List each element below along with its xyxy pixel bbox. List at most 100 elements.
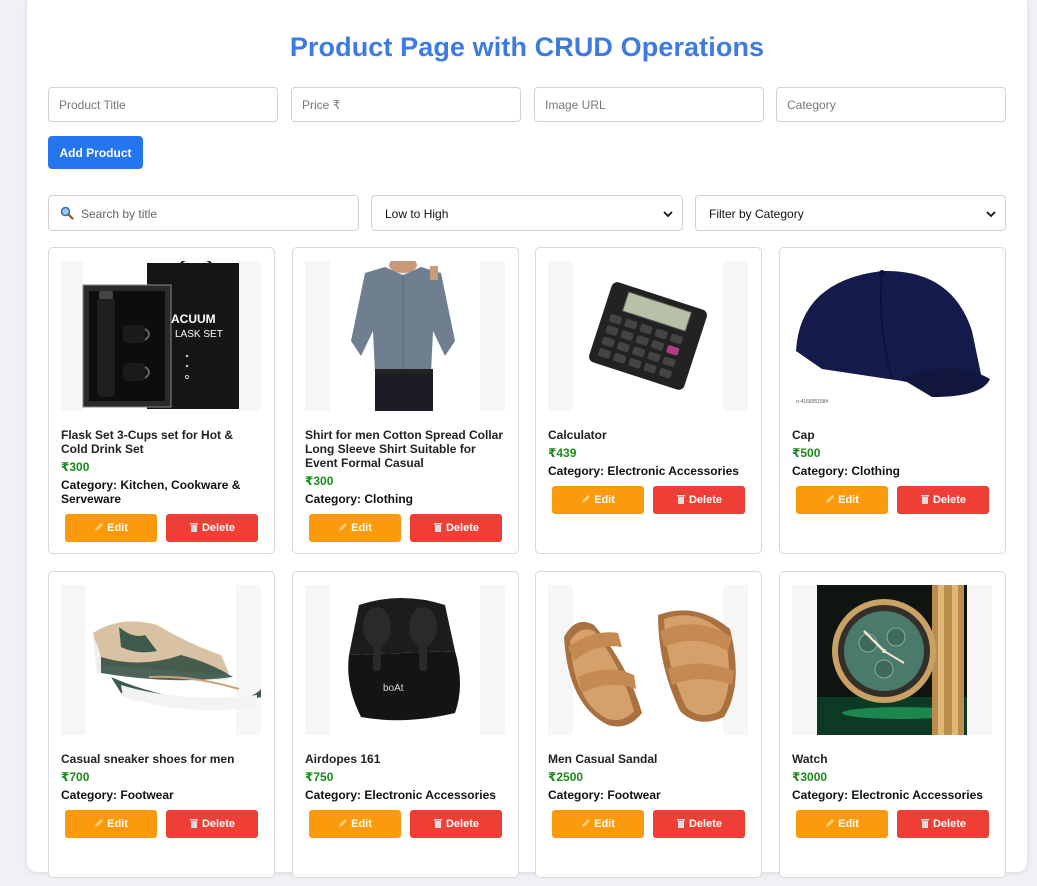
category-value: Electronic Accessories — [607, 464, 739, 478]
chevron-down-icon — [663, 211, 673, 218]
edit-button[interactable]: Edit — [552, 486, 644, 514]
product-category: Category: Electronic Accessories — [548, 464, 748, 478]
product-card: n-416605158# Cap ₹500 Category: Clothing… — [779, 247, 1006, 554]
product-category: Category: Electronic Accessories — [792, 788, 992, 802]
delete-button[interactable]: Delete — [653, 486, 745, 514]
edit-button[interactable]: Edit — [552, 810, 644, 838]
product-card: boAt Airdopes 161 ₹750 Category: Electro… — [292, 571, 519, 878]
delete-label: Delete — [688, 494, 723, 506]
trash-icon — [433, 819, 442, 828]
category-value: Clothing — [364, 492, 414, 506]
edit-button[interactable]: Edit — [796, 486, 888, 514]
pencil-icon — [582, 495, 591, 503]
earbuds-brand: boAt — [383, 683, 404, 694]
category-label: Category: — [792, 464, 849, 478]
product-card: Calculator ₹439 Category: Electronic Acc… — [535, 247, 762, 554]
edit-button[interactable]: Edit — [65, 810, 157, 838]
price-input[interactable] — [291, 87, 521, 122]
edit-label: Edit — [594, 818, 615, 830]
trash-icon — [189, 819, 198, 828]
product-price: ₹750 — [305, 770, 334, 784]
search-icon — [60, 206, 74, 220]
product-card: ACUUM LASK SET Flask Set 3-Cups set for … — [48, 247, 275, 554]
category-filter-selected-value: Filter by Category — [709, 207, 804, 221]
category-label: Category: — [61, 788, 118, 802]
edit-button[interactable]: Edit — [65, 514, 157, 542]
product-price: ₹2500 — [548, 770, 584, 784]
search-field[interactable] — [48, 195, 359, 231]
trash-icon — [920, 819, 929, 828]
pencil-icon — [826, 495, 835, 503]
delete-label: Delete — [445, 818, 480, 830]
trash-icon — [920, 495, 929, 504]
pencil-icon — [826, 819, 835, 827]
edit-label: Edit — [107, 818, 128, 830]
delete-label: Delete — [932, 494, 967, 506]
product-card: Watch ₹3000 Category: Electronic Accesso… — [779, 571, 1006, 878]
svg-text:LASK SET: LASK SET — [175, 329, 223, 340]
cap-image: n-416605158# — [792, 261, 992, 411]
delete-button[interactable]: Delete — [410, 810, 502, 838]
product-info: Casual sneaker shoes for men ₹700 Catego… — [61, 752, 261, 802]
product-page-panel: Product Page with CRUD Operations Add Pr… — [27, 0, 1027, 878]
search-input[interactable] — [79, 197, 353, 231]
product-category: Category: Electronic Accessories — [305, 788, 505, 802]
delete-button[interactable]: Delete — [410, 514, 502, 542]
product-info: Flask Set 3-Cups set for Hot & Cold Drin… — [61, 428, 261, 506]
product-card: Shirt for men Cotton Spread Collar Long … — [292, 247, 519, 554]
delete-label: Delete — [201, 818, 236, 830]
category-value: Footwear — [120, 788, 174, 802]
pencil-icon — [582, 819, 591, 827]
product-price: ₹3000 — [792, 770, 828, 784]
product-info: Cap ₹500 Category: Clothing — [792, 428, 992, 478]
calculator-image — [548, 261, 748, 411]
category-label: Category: — [61, 478, 118, 492]
delete-button[interactable]: Delete — [166, 810, 258, 838]
delete-button[interactable]: Delete — [653, 810, 745, 838]
add-product-button[interactable]: Add Product — [48, 136, 143, 169]
product-price: ₹300 — [61, 460, 90, 474]
page-title: Product Page with CRUD Operations — [289, 32, 765, 62]
category-label: Category: — [305, 788, 362, 802]
edit-button[interactable]: Edit — [309, 514, 401, 542]
edit-label: Edit — [838, 818, 859, 830]
product-title: Men Casual Sandal — [548, 752, 658, 766]
product-price: ₹300 — [305, 474, 334, 488]
product-info: Airdopes 161 ₹750 Category: Electronic A… — [305, 752, 505, 802]
trash-icon — [433, 523, 442, 532]
product-title: Casual sneaker shoes for men — [61, 752, 235, 766]
category-value: Clothing — [851, 464, 901, 478]
watch-image — [792, 585, 992, 735]
category-value: Electronic Accessories — [364, 788, 496, 802]
product-category: Category: Footwear — [548, 788, 748, 802]
product-title-input[interactable] — [48, 87, 278, 122]
category-filter-select[interactable]: Filter by Category — [695, 195, 1006, 231]
pencil-icon — [339, 523, 348, 531]
sandal-image — [548, 585, 748, 735]
delete-button[interactable]: Delete — [897, 810, 989, 838]
product-title: Watch — [792, 752, 828, 766]
category-input[interactable] — [776, 87, 1006, 122]
chevron-down-icon — [986, 211, 996, 218]
category-label: Category: — [548, 464, 605, 478]
product-category: Category: Clothing — [305, 492, 505, 506]
image-url-input[interactable] — [534, 87, 764, 122]
sort-selected-value: Low to High — [385, 207, 449, 221]
delete-label: Delete — [445, 522, 480, 534]
product-info: Watch ₹3000 Category: Electronic Accesso… — [792, 752, 992, 802]
edit-button[interactable]: Edit — [796, 810, 888, 838]
delete-button[interactable]: Delete — [166, 514, 258, 542]
delete-button[interactable]: Delete — [897, 486, 989, 514]
svg-text:ACUUM: ACUUM — [171, 312, 216, 326]
product-info: Calculator ₹439 Category: Electronic Acc… — [548, 428, 748, 478]
pencil-icon — [95, 523, 104, 531]
category-label: Category: — [305, 492, 362, 506]
edit-label: Edit — [351, 818, 372, 830]
product-info: Shirt for men Cotton Spread Collar Long … — [305, 428, 505, 506]
sort-select[interactable]: Low to High — [371, 195, 683, 231]
flask-set-image: ACUUM LASK SET — [61, 261, 261, 411]
product-category: Category: Kitchen, Cookware & Serveware — [61, 478, 261, 506]
category-value: Footwear — [607, 788, 661, 802]
product-title: Flask Set 3-Cups set for Hot & Cold Drin… — [61, 428, 234, 456]
edit-button[interactable]: Edit — [309, 810, 401, 838]
